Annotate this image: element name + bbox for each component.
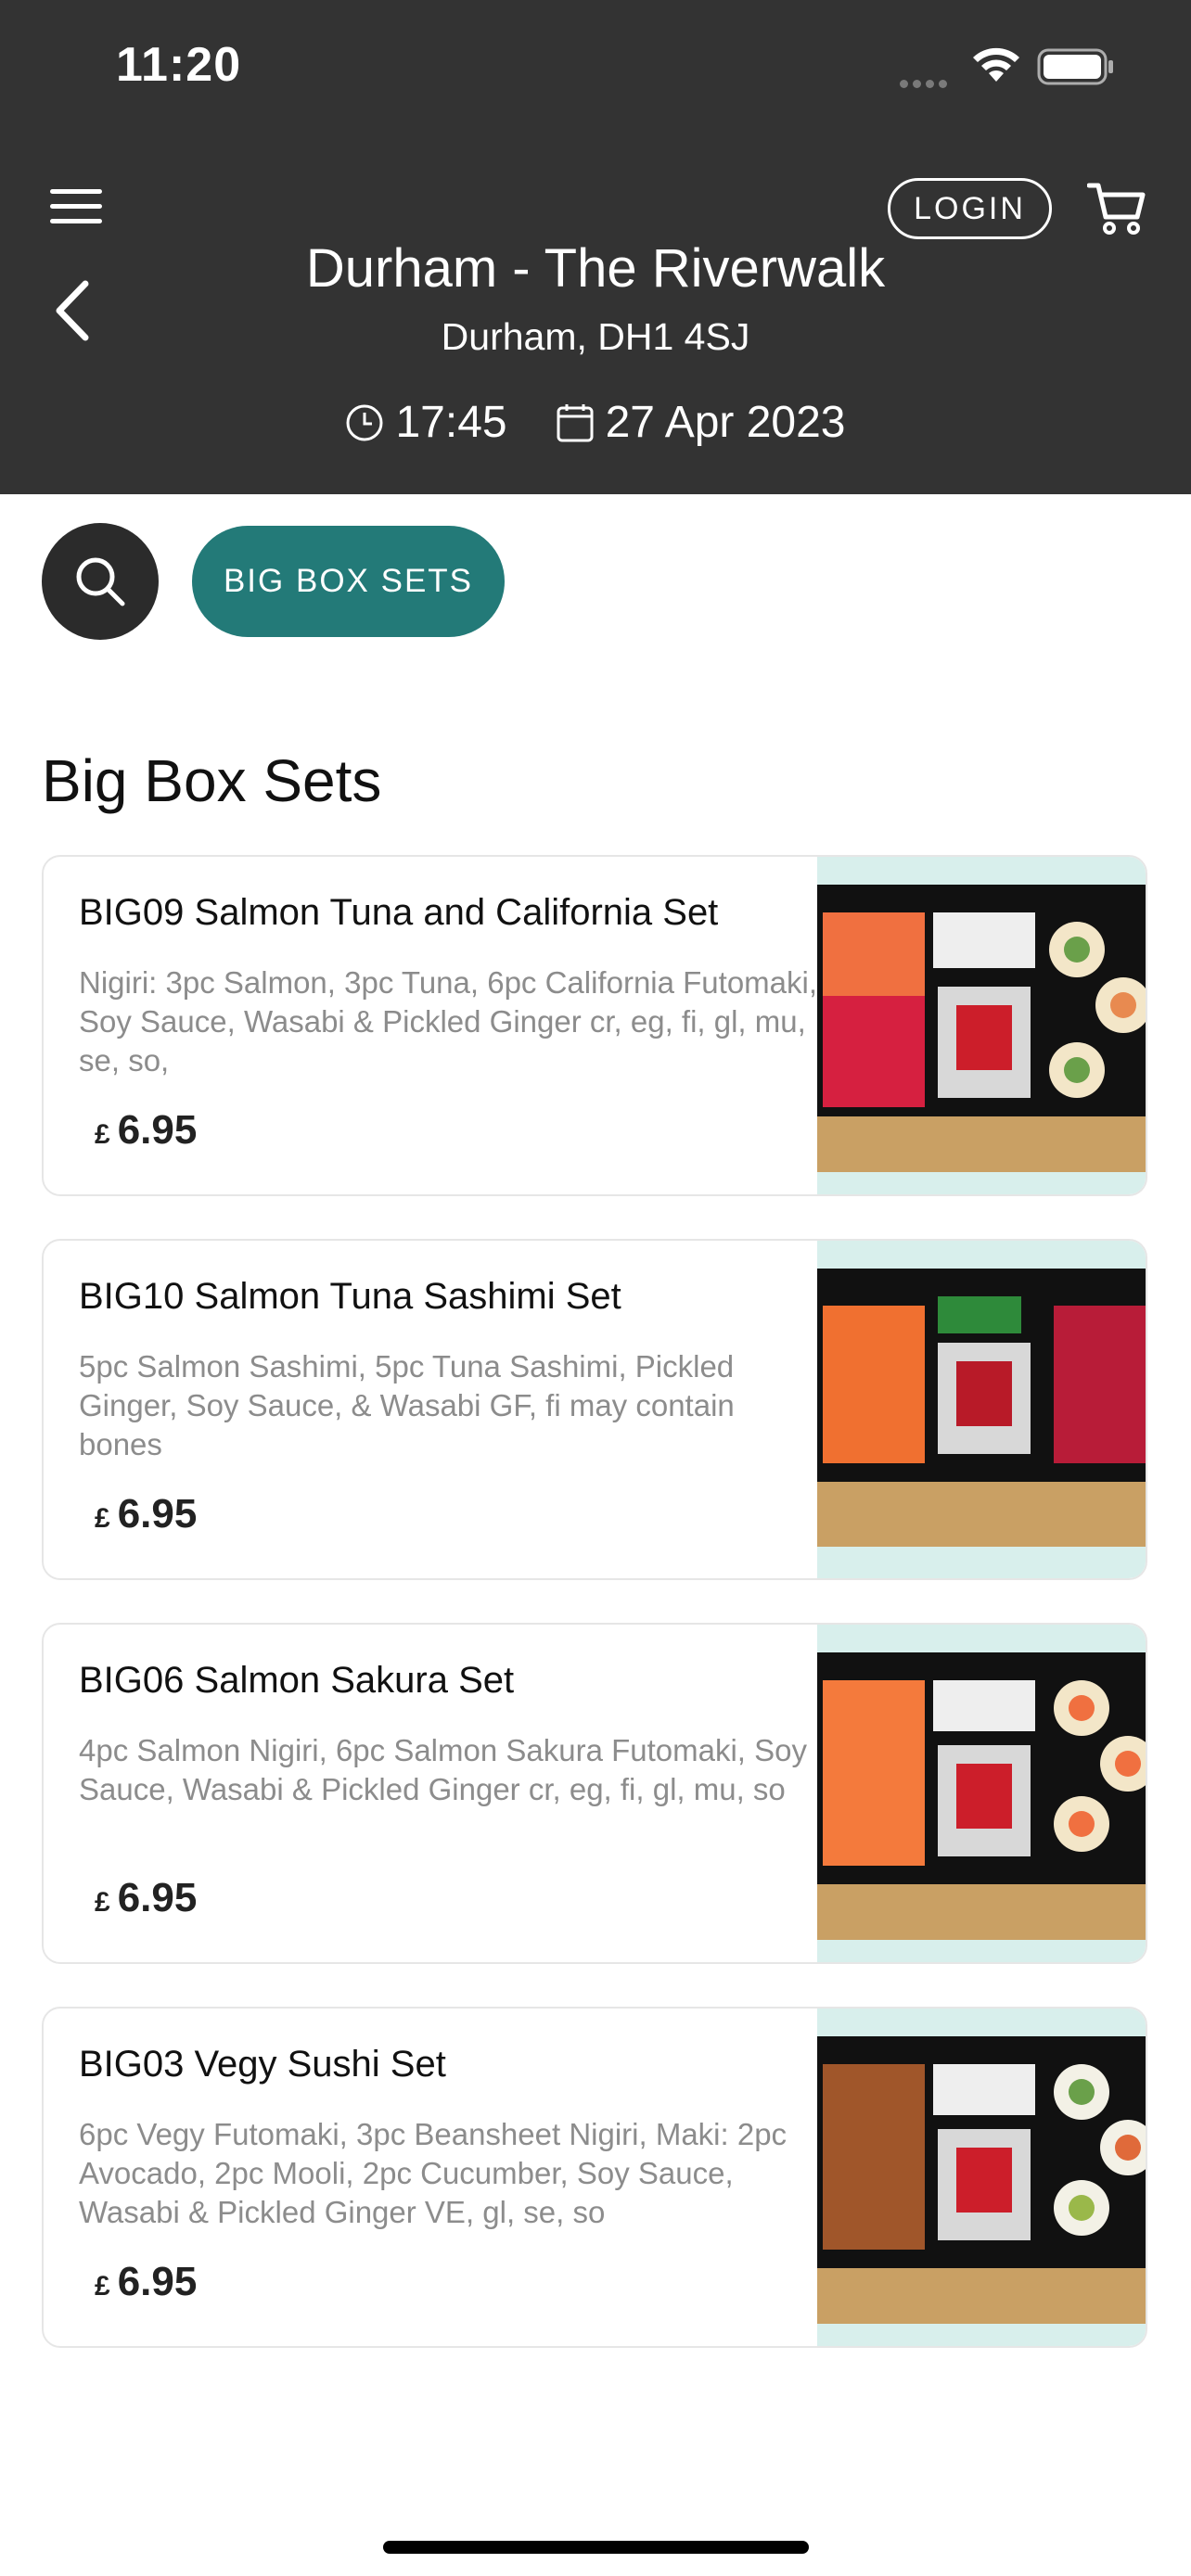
price-amount: 6.95 [117,2259,198,2304]
product-card[interactable]: BIG09 Salmon Tuna and California Set Nig… [42,855,1147,1196]
section-title: Big Box Sets [42,747,382,814]
product-price: £ 6.95 [95,1107,197,1154]
product-description: 6pc Vegy Futomaki, 3pc Beansheet Nigiri,… [79,2117,788,2229]
home-indicator [383,2541,809,2554]
currency-symbol: £ [95,1503,110,1534]
collection-time: 17:45 [395,398,507,447]
currency-symbol: £ [95,1887,110,1918]
collection-datetime[interactable]: 17:45 27 Apr 2023 [0,397,1191,448]
product-description: 5pc Salmon Sashimi, 5pc Tuna Sashimi, Pi… [79,1349,735,1461]
collection-date: 27 Apr 2023 [605,398,846,447]
product-image [817,857,1146,1194]
search-button[interactable] [42,523,159,640]
product-card[interactable]: BIG03 Vegy Sushi Set 6pc Vegy Futomaki, … [42,2007,1147,2348]
product-title: BIG03 Vegy Sushi Set [79,2044,446,2085]
product-title: BIG09 Salmon Tuna and California Set [79,892,719,933]
product-card[interactable]: BIG10 Salmon Tuna Sashimi Set 5pc Salmon… [42,1239,1147,1580]
product-price: £ 6.95 [95,2259,197,2305]
calendar-icon [557,403,594,441]
login-button[interactable]: LOGIN [888,178,1052,239]
search-icon [76,557,125,606]
product-price: £ 6.95 [95,1491,197,1537]
battery-icon [1037,48,1115,90]
product-image [817,1241,1146,1578]
price-amount: 6.95 [117,1107,198,1153]
product-price: £ 6.95 [95,1875,197,1921]
price-amount: 6.95 [117,1491,198,1537]
product-card[interactable]: BIG06 Salmon Sakura Set 4pc Salmon Nigir… [42,1623,1147,1964]
cart-icon[interactable] [1086,180,1146,242]
clock-icon [346,404,383,440]
product-description: 4pc Salmon Nigiri, 6pc Salmon Sakura Fut… [79,1733,808,1806]
store-header: 11:20 LOGIN Durham - The Riverwalk Durha… [0,0,1191,494]
store-address: Durham, DH1 4SJ [441,315,750,358]
wifi-icon [970,45,1022,88]
product-title: BIG10 Salmon Tuna Sashimi Set [79,1276,621,1317]
currency-symbol: £ [95,1119,110,1150]
store-name: Durham - The Riverwalk [305,238,886,299]
cellular-signal-icon [900,76,952,93]
price-amount: 6.95 [117,1875,198,1920]
status-time: 11:20 [116,38,242,92]
product-title: BIG06 Salmon Sakura Set [79,1660,515,1701]
category-chip-big-box-sets[interactable]: BIG BOX SETS [192,526,505,637]
hamburger-menu-icon[interactable] [50,189,102,226]
product-image [817,2009,1146,2346]
product-description: Nigiri: 3pc Salmon, 3pc Tuna, 6pc Califo… [79,965,818,1078]
currency-symbol: £ [95,2271,110,2302]
product-image [817,1625,1146,1962]
